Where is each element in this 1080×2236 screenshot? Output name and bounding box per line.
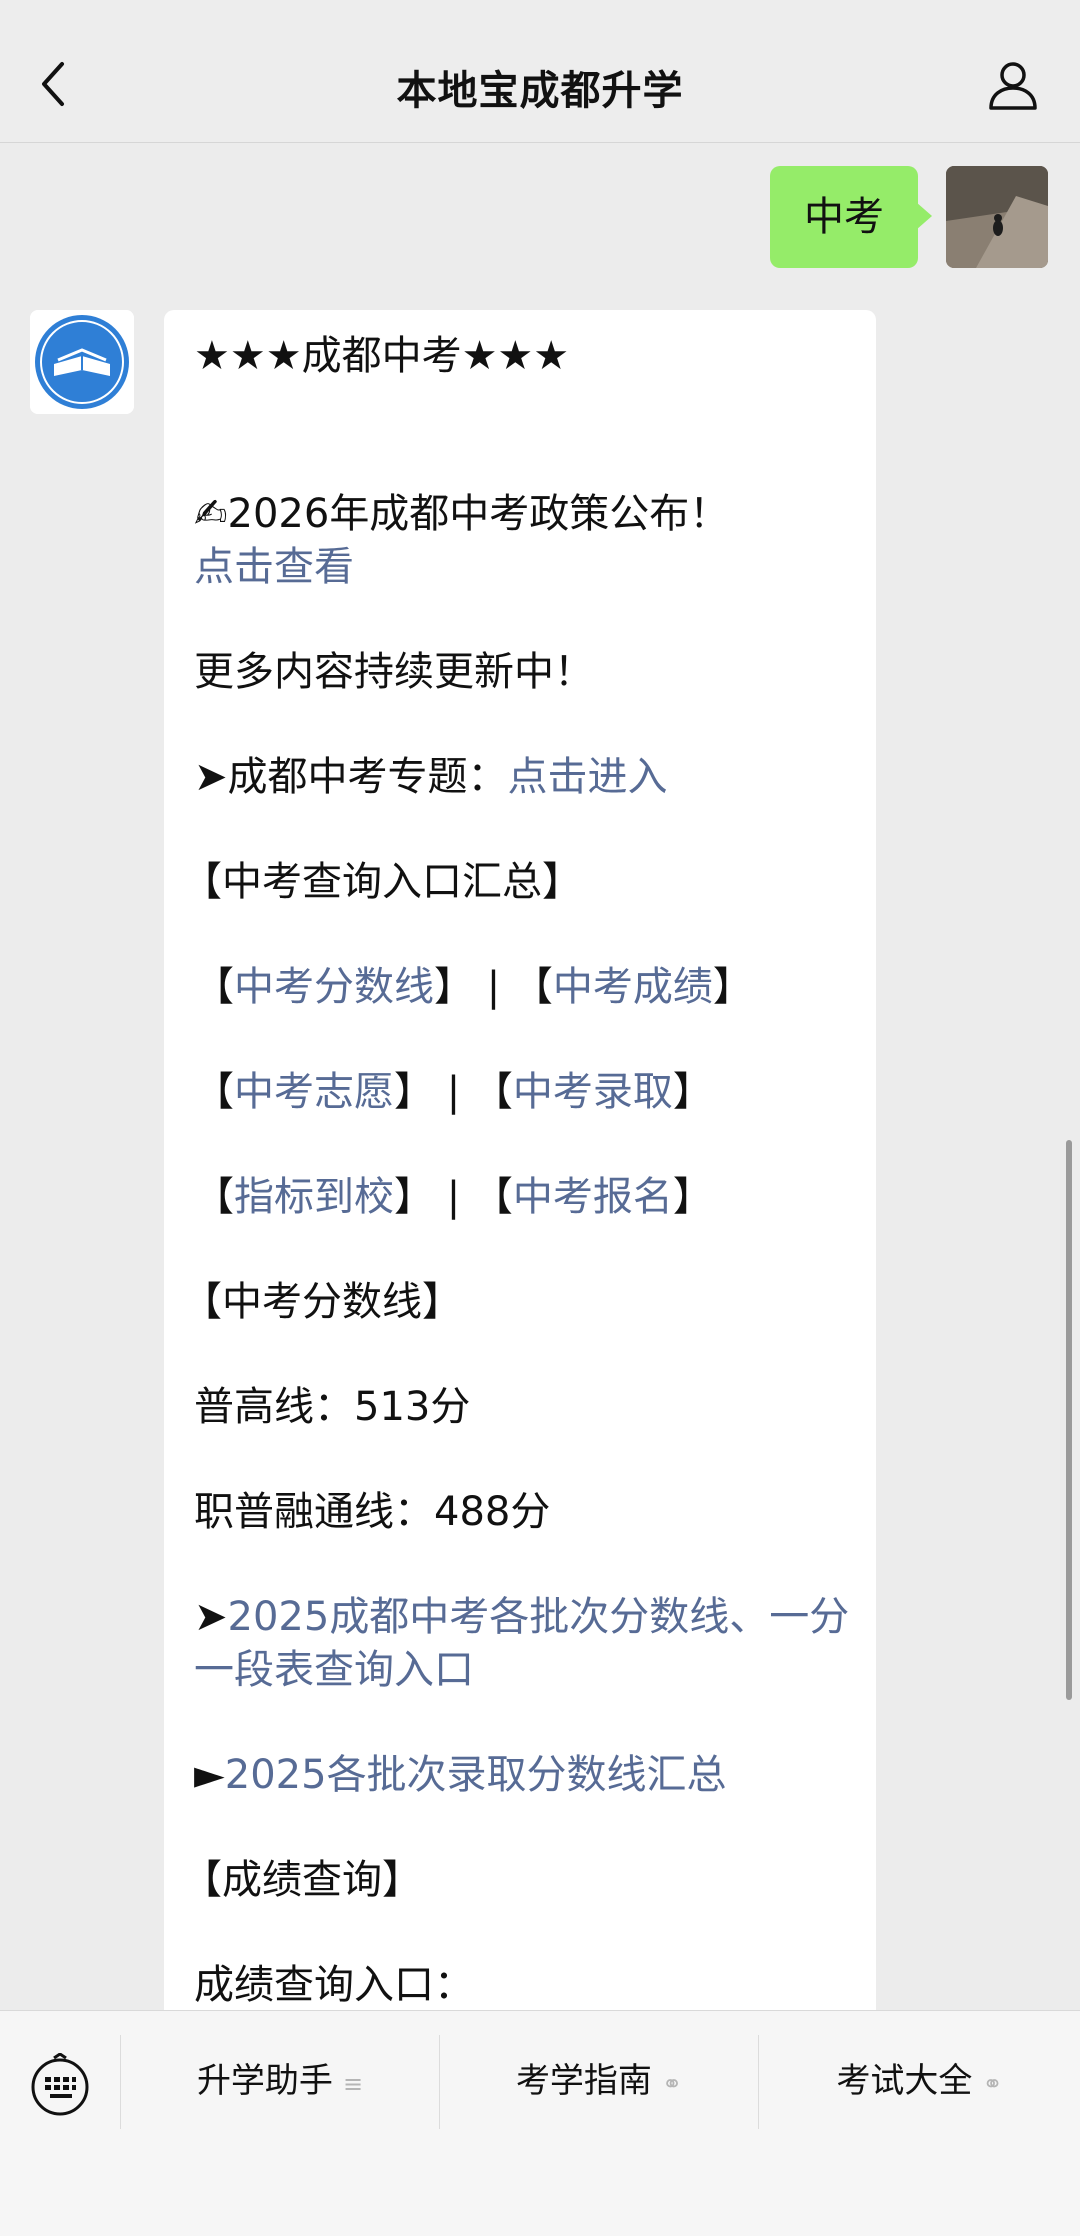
admission-link[interactable]: 中考录取 xyxy=(513,1069,673,1115)
result-heading: 【成绩查询】 xyxy=(182,1857,422,1903)
tab-exam-list[interactable]: 考试大全 ⚭ xyxy=(759,2011,1080,2151)
quota-link[interactable]: 指标到校 xyxy=(234,1174,394,1220)
keyboard-icon[interactable] xyxy=(28,2053,92,2117)
score-heading: 【中考分数线】 xyxy=(182,1279,462,1325)
outgoing-message-bubble[interactable]: 中考 xyxy=(770,166,932,268)
scrollbar[interactable] xyxy=(1066,1140,1072,1700)
topic-link[interactable]: 点击进入 xyxy=(508,754,668,800)
links-row-3: 【指标到校】 | 【中考报名】 xyxy=(194,1174,713,1220)
triangle-icon: ► xyxy=(194,1752,225,1798)
user-profile-icon[interactable] xyxy=(986,58,1040,112)
registration-link[interactable]: 中考报名 xyxy=(513,1174,673,1220)
tab-exam-guide[interactable]: 考学指南 ⚭ xyxy=(440,2011,758,2151)
score-result-link[interactable]: 中考成绩 xyxy=(553,964,713,1010)
links-row-1: 【中考分数线】 | 【中考成绩】 xyxy=(194,964,753,1010)
my-avatar[interactable] xyxy=(946,166,1048,268)
message-heading: ★★★成都中考★★★ xyxy=(194,333,570,379)
score-line-link[interactable]: 中考分数线 xyxy=(234,964,434,1010)
result-entry-text: 成绩查询入口： xyxy=(194,1962,474,2008)
general-line-text: 普高线：513分 xyxy=(194,1384,471,1430)
tab-study-assistant[interactable]: 升学助手 ≡ xyxy=(121,2011,439,2151)
bottom-menu-bar: 升学助手 ≡ 考学指南 ⚭ 考试大全 ⚭ xyxy=(0,2010,1080,2236)
account-avatar[interactable] xyxy=(30,310,134,414)
policy-link[interactable]: 点击查看 xyxy=(194,544,354,590)
outgoing-message-row: 中考 xyxy=(718,166,1048,268)
admission-summary-link[interactable]: 2025各批次录取分数线汇总 xyxy=(225,1752,727,1798)
vocational-line-text: 职普融通线：488分 xyxy=(194,1489,551,1535)
page-title: 本地宝成都升学 xyxy=(396,68,684,114)
batch-score-link[interactable]: 2025成都中考各批次分数线、一分一段表查询入口 xyxy=(194,1594,849,1693)
incoming-message-bubble: ★★★成都中考★★★ ✍2026年成都中考政策公布！ 点击查看 更多内容持续更新… xyxy=(164,310,876,2030)
updating-text: 更多内容持续更新中！ xyxy=(194,649,594,695)
links-row-2: 【中考志愿】 | 【中考录取】 xyxy=(194,1069,713,1115)
link-icon: ⚭ xyxy=(661,2070,683,2098)
volunteer-link[interactable]: 中考志愿 xyxy=(234,1069,394,1115)
link-icon: ⚭ xyxy=(982,2070,1003,2098)
arrow-icon: ➤ xyxy=(194,1594,228,1640)
policy-text: ✍2026年成都中考政策公布！ xyxy=(194,491,730,537)
menu-icon: ≡ xyxy=(342,2070,364,2098)
topic-label: ➤成都中考专题： xyxy=(194,754,508,800)
navigation-bar: 本地宝成都升学 xyxy=(0,0,1080,143)
query-heading: 【中考查询入口汇总】 xyxy=(182,859,582,905)
